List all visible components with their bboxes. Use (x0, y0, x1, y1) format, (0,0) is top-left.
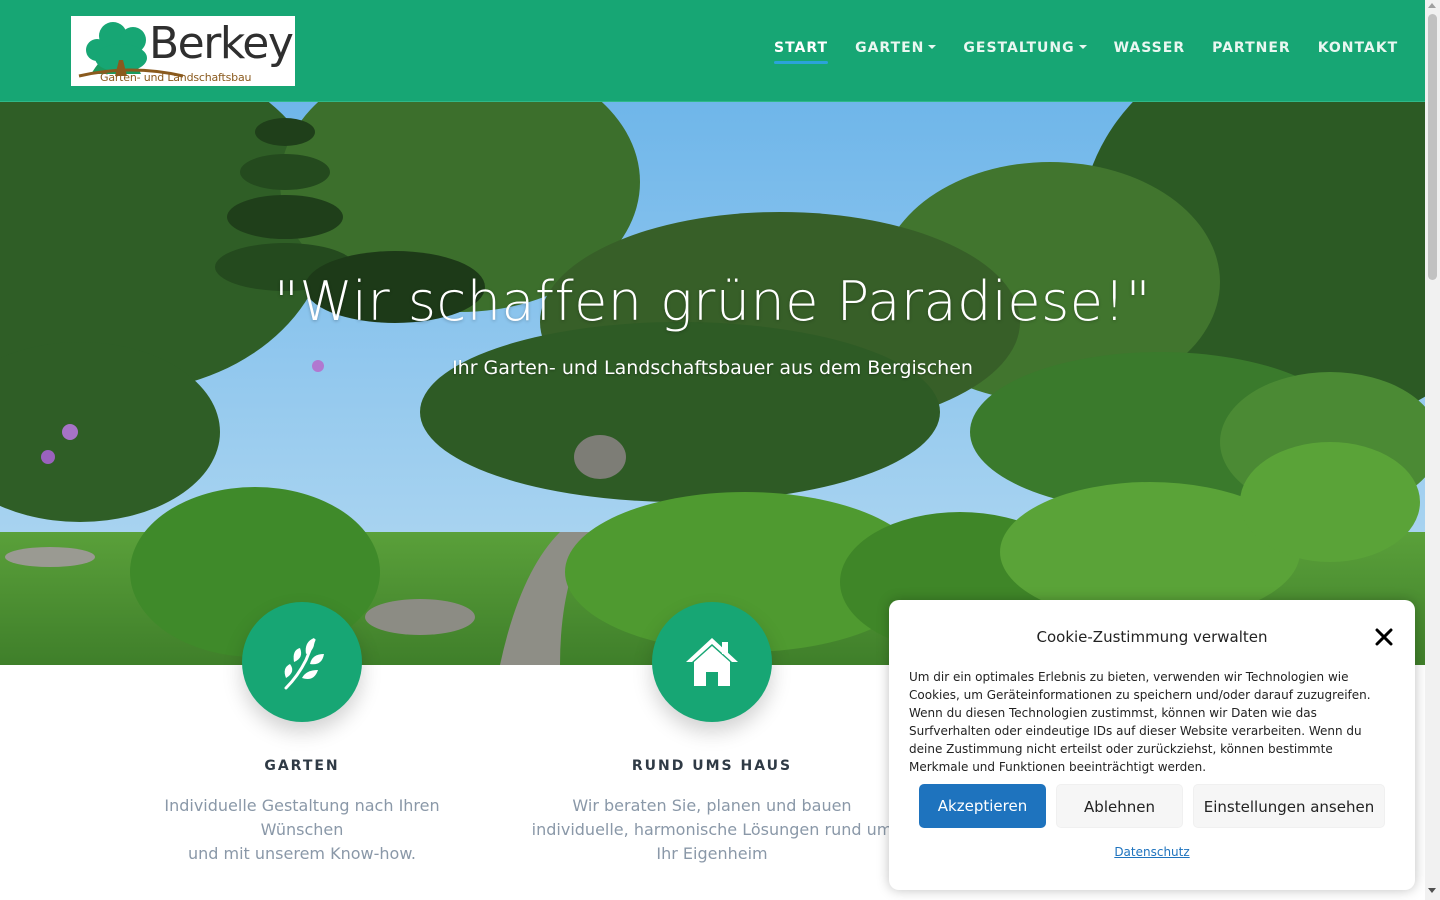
scroll-up-arrow-icon[interactable] (1428, 3, 1436, 8)
page-scrollbar[interactable] (1425, 0, 1440, 900)
nav-item-partner[interactable]: PARTNER (1212, 38, 1291, 58)
privacy-link[interactable]: Datenschutz (889, 845, 1415, 859)
site-logo[interactable]: Berkey Garten- und Landschaftsbau (71, 16, 295, 86)
feature-text-line: Individuelle Gestaltung nach Ihren Wünsc… (164, 796, 440, 839)
caret-down-icon (928, 44, 937, 49)
feature-text-line: und mit unserem Know-how. (187, 844, 417, 863)
haus-feature-circle (652, 602, 772, 722)
cookie-dialog-title: Cookie-Zustimmung verwalten (1036, 628, 1268, 646)
view-settings-button[interactable]: Einstellungen ansehen (1193, 784, 1385, 828)
main-nav: START GARTEN GESTALTUNG WASSER PARTNER K… (774, 38, 1425, 64)
nav-item-label: PARTNER (1212, 40, 1291, 56)
logo-tagline: Garten- und Landschaftsbau (100, 71, 252, 84)
feature-text-line: Wir beraten Sie, planen und bauen (572, 796, 852, 815)
scroll-down-arrow-icon[interactable] (1428, 888, 1436, 893)
nav-item-garten[interactable]: GARTEN (855, 38, 937, 58)
leaf-icon (284, 638, 324, 690)
hero-subtitle: Ihr Garten- und Landschaftsbauer aus dem… (452, 357, 973, 379)
scrollbar-thumb[interactable] (1428, 14, 1437, 280)
nav-item-wasser[interactable]: WASSER (1114, 38, 1186, 58)
cookie-consent-dialog: Cookie-Zustimmung verwalten Um dir ein o… (889, 600, 1415, 890)
logo-wordmark: Berkey (149, 18, 294, 69)
garden-hero-image (0, 102, 1425, 665)
feature-text: Wir beraten Sie, planen und bauen indivi… (527, 794, 897, 866)
feature-text-line: Ihr Eigenheim (656, 844, 768, 863)
home-icon (686, 638, 738, 686)
cookie-dialog-text: Um dir ein optimales Erlebnis zu bieten,… (909, 670, 1371, 774)
feature-title: GARTEN (264, 758, 340, 774)
nav-item-label: WASSER (1113, 40, 1186, 56)
nav-item-label: GESTALTUNG (963, 40, 1075, 56)
nav-item-label: GARTEN (855, 40, 925, 56)
hero-title: "Wir schaffen grüne Paradiese!" (274, 270, 1151, 333)
nav-item-start[interactable]: START (774, 38, 829, 64)
deny-button[interactable]: Ablehnen (1056, 784, 1183, 828)
site-header: Berkey Garten- und Landschaftsbau START … (0, 0, 1425, 102)
caret-down-icon (1078, 44, 1087, 49)
feature-text: Individuelle Gestaltung nach Ihren Wünsc… (122, 794, 482, 866)
accept-button[interactable]: Akzeptieren (919, 784, 1046, 828)
close-icon[interactable] (1374, 627, 1394, 647)
hero-section: "Wir schaffen grüne Paradiese!" Ihr Gart… (0, 102, 1425, 665)
nav-item-label: KONTAKT (1317, 40, 1399, 56)
nav-item-label: START (774, 40, 829, 56)
garten-feature-circle (242, 602, 362, 722)
nav-item-kontakt[interactable]: KONTAKT (1318, 38, 1399, 58)
feature-title: RUND UMS HAUS (631, 758, 793, 774)
feature-text-line: individuelle, harmonische Lösungen rund … (531, 820, 893, 839)
nav-item-gestaltung[interactable]: GESTALTUNG (963, 38, 1087, 58)
